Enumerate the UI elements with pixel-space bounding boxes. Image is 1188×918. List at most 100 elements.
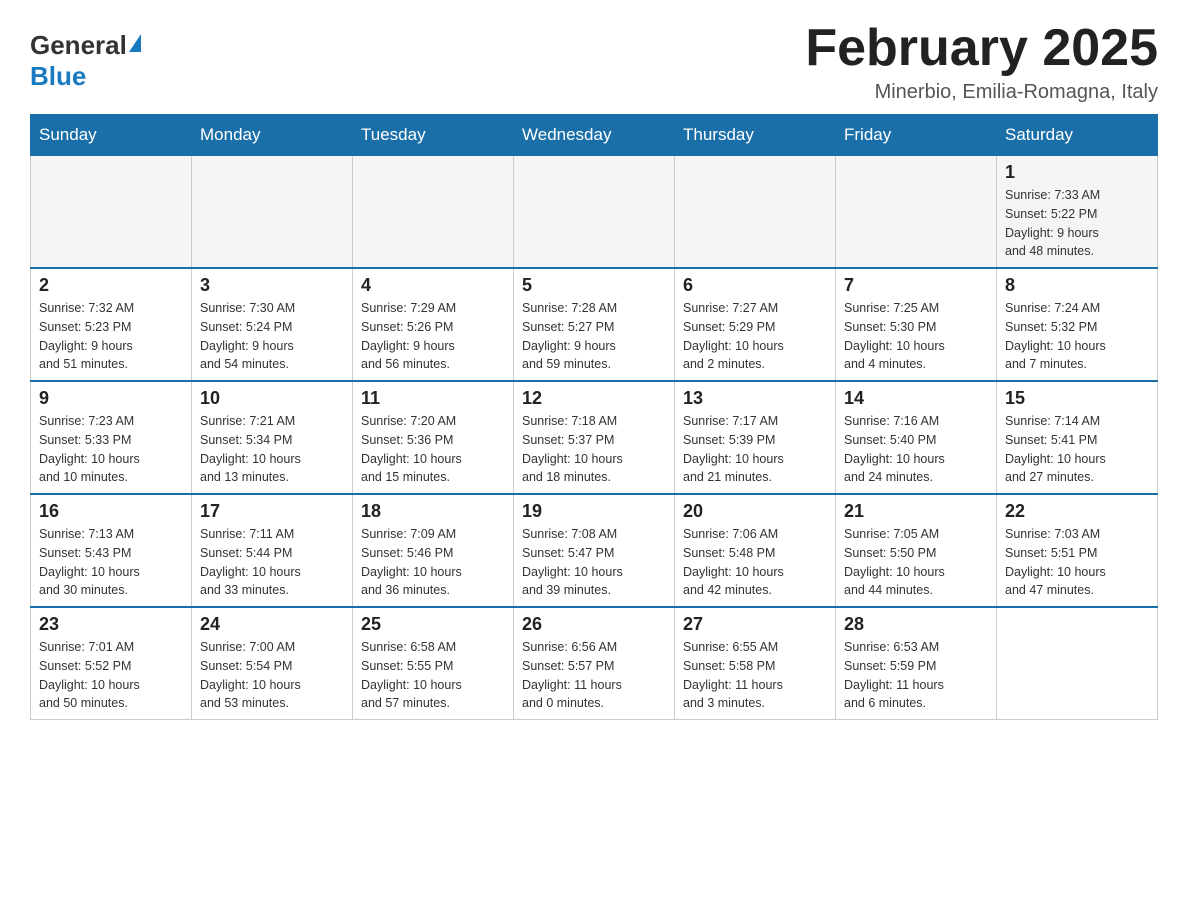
day-number: 24	[200, 614, 344, 635]
day-info: Sunrise: 7:27 AMSunset: 5:29 PMDaylight:…	[683, 299, 827, 374]
day-info: Sunrise: 7:25 AMSunset: 5:30 PMDaylight:…	[844, 299, 988, 374]
calendar-cell	[192, 156, 353, 269]
calendar-header-thursday: Thursday	[675, 115, 836, 156]
day-number: 5	[522, 275, 666, 296]
calendar-cell: 12 Sunrise: 7:18 AMSunset: 5:37 PMDayligh…	[514, 381, 675, 494]
logo-blue-text: Blue	[30, 61, 86, 92]
day-number: 25	[361, 614, 505, 635]
logo: General Blue	[30, 20, 141, 92]
day-number: 14	[844, 388, 988, 409]
calendar-cell: 7 Sunrise: 7:25 AMSunset: 5:30 PMDaylight…	[836, 268, 997, 381]
day-info: Sunrise: 7:18 AMSunset: 5:37 PMDaylight:…	[522, 412, 666, 487]
calendar-cell: 19 Sunrise: 7:08 AMSunset: 5:47 PMDayligh…	[514, 494, 675, 607]
calendar-cell: 25 Sunrise: 6:58 AMSunset: 5:55 PMDayligh…	[353, 607, 514, 720]
logo-general-text: General	[30, 30, 127, 61]
calendar-cell	[31, 156, 192, 269]
day-info: Sunrise: 7:21 AMSunset: 5:34 PMDaylight:…	[200, 412, 344, 487]
calendar-cell: 17 Sunrise: 7:11 AMSunset: 5:44 PMDayligh…	[192, 494, 353, 607]
day-number: 19	[522, 501, 666, 522]
day-info: Sunrise: 7:05 AMSunset: 5:50 PMDaylight:…	[844, 525, 988, 600]
day-number: 4	[361, 275, 505, 296]
calendar-cell: 9Sunrise: 7:23 AMSunset: 5:33 PMDaylight…	[31, 381, 192, 494]
day-info: Sunrise: 6:56 AMSunset: 5:57 PMDaylight:…	[522, 638, 666, 713]
day-number: 27	[683, 614, 827, 635]
day-number: 8	[1005, 275, 1149, 296]
calendar-cell: 2Sunrise: 7:32 AMSunset: 5:23 PMDaylight…	[31, 268, 192, 381]
day-number: 11	[361, 388, 505, 409]
page-header: General Blue February 2025 Minerbio, Emi…	[30, 20, 1158, 104]
calendar-cell: 21 Sunrise: 7:05 AMSunset: 5:50 PMDayligh…	[836, 494, 997, 607]
title-section: February 2025 Minerbio, Emilia-Romagna, …	[805, 20, 1158, 104]
calendar-cell	[353, 156, 514, 269]
day-info: Sunrise: 6:53 AMSunset: 5:59 PMDaylight:…	[844, 638, 988, 713]
calendar-week-5: 23Sunrise: 7:01 AMSunset: 5:52 PMDayligh…	[31, 607, 1158, 720]
day-info: Sunrise: 7:13 AMSunset: 5:43 PMDaylight:…	[39, 525, 183, 600]
calendar-cell	[675, 156, 836, 269]
day-number: 15	[1005, 388, 1149, 409]
calendar-cell: 5 Sunrise: 7:28 AMSunset: 5:27 PMDaylight…	[514, 268, 675, 381]
day-number: 17	[200, 501, 344, 522]
calendar-cell: 15 Sunrise: 7:14 AMSunset: 5:41 PMDayligh…	[997, 381, 1158, 494]
day-info: Sunrise: 7:29 AMSunset: 5:26 PMDaylight:…	[361, 299, 505, 374]
month-title: February 2025	[805, 20, 1158, 77]
day-info: Sunrise: 7:20 AMSunset: 5:36 PMDaylight:…	[361, 412, 505, 487]
day-info: Sunrise: 7:01 AMSunset: 5:52 PMDaylight:…	[39, 638, 183, 713]
calendar-cell: 14Sunrise: 7:16 AMSunset: 5:40 PMDayligh…	[836, 381, 997, 494]
calendar-header-row: SundayMondayTuesdayWednesdayThursdayFrid…	[31, 115, 1158, 156]
calendar-header-wednesday: Wednesday	[514, 115, 675, 156]
day-number: 13	[683, 388, 827, 409]
calendar-cell: 8 Sunrise: 7:24 AMSunset: 5:32 PMDaylight…	[997, 268, 1158, 381]
day-info: Sunrise: 7:03 AMSunset: 5:51 PMDaylight:…	[1005, 525, 1149, 600]
calendar-cell: 4 Sunrise: 7:29 AMSunset: 5:26 PMDaylight…	[353, 268, 514, 381]
day-number: 1	[1005, 162, 1149, 183]
day-info: Sunrise: 7:24 AMSunset: 5:32 PMDaylight:…	[1005, 299, 1149, 374]
calendar-cell: 16 Sunrise: 7:13 AMSunset: 5:43 PMDayligh…	[31, 494, 192, 607]
day-number: 26	[522, 614, 666, 635]
calendar-cell: 23Sunrise: 7:01 AMSunset: 5:52 PMDayligh…	[31, 607, 192, 720]
calendar-cell: 20 Sunrise: 7:06 AMSunset: 5:48 PMDayligh…	[675, 494, 836, 607]
day-info: Sunrise: 7:06 AMSunset: 5:48 PMDaylight:…	[683, 525, 827, 600]
day-info: Sunrise: 7:14 AMSunset: 5:41 PMDaylight:…	[1005, 412, 1149, 487]
day-info: Sunrise: 6:58 AMSunset: 5:55 PMDaylight:…	[361, 638, 505, 713]
day-number: 18	[361, 501, 505, 522]
calendar-cell: 13Sunrise: 7:17 AMSunset: 5:39 PMDayligh…	[675, 381, 836, 494]
day-number: 12	[522, 388, 666, 409]
day-number: 2	[39, 275, 183, 296]
calendar-cell	[836, 156, 997, 269]
calendar-cell	[514, 156, 675, 269]
calendar-week-1: 1 Sunrise: 7:33 AMSunset: 5:22 PMDaylight…	[31, 156, 1158, 269]
calendar-week-3: 9Sunrise: 7:23 AMSunset: 5:33 PMDaylight…	[31, 381, 1158, 494]
calendar-cell: 11 Sunrise: 7:20 AMSunset: 5:36 PMDayligh…	[353, 381, 514, 494]
calendar-cell: 18 Sunrise: 7:09 AMSunset: 5:46 PMDayligh…	[353, 494, 514, 607]
day-number: 16	[39, 501, 183, 522]
day-number: 10	[200, 388, 344, 409]
day-number: 9	[39, 388, 183, 409]
calendar-cell: 3Sunrise: 7:30 AMSunset: 5:24 PMDaylight…	[192, 268, 353, 381]
calendar-cell: 26 Sunrise: 6:56 AMSunset: 5:57 PMDayligh…	[514, 607, 675, 720]
logo-triangle-icon	[129, 34, 141, 52]
calendar-cell: 1 Sunrise: 7:33 AMSunset: 5:22 PMDaylight…	[997, 156, 1158, 269]
calendar-cell: 22Sunrise: 7:03 AMSunset: 5:51 PMDayligh…	[997, 494, 1158, 607]
day-info: Sunrise: 7:28 AMSunset: 5:27 PMDaylight:…	[522, 299, 666, 374]
calendar-week-4: 16 Sunrise: 7:13 AMSunset: 5:43 PMDayligh…	[31, 494, 1158, 607]
calendar-cell: 10 Sunrise: 7:21 AMSunset: 5:34 PMDayligh…	[192, 381, 353, 494]
day-info: Sunrise: 7:11 AMSunset: 5:44 PMDaylight:…	[200, 525, 344, 600]
calendar-header-saturday: Saturday	[997, 115, 1158, 156]
calendar-header-tuesday: Tuesday	[353, 115, 514, 156]
day-number: 7	[844, 275, 988, 296]
calendar-cell: 6Sunrise: 7:27 AMSunset: 5:29 PMDaylight…	[675, 268, 836, 381]
day-info: Sunrise: 7:33 AMSunset: 5:22 PMDaylight:…	[1005, 186, 1149, 261]
day-number: 28	[844, 614, 988, 635]
calendar-cell: 27 Sunrise: 6:55 AMSunset: 5:58 PMDayligh…	[675, 607, 836, 720]
day-number: 3	[200, 275, 344, 296]
calendar-week-2: 2Sunrise: 7:32 AMSunset: 5:23 PMDaylight…	[31, 268, 1158, 381]
calendar-header-friday: Friday	[836, 115, 997, 156]
day-info: Sunrise: 7:08 AMSunset: 5:47 PMDaylight:…	[522, 525, 666, 600]
day-info: Sunrise: 6:55 AMSunset: 5:58 PMDaylight:…	[683, 638, 827, 713]
calendar-cell: 24Sunrise: 7:00 AMSunset: 5:54 PMDayligh…	[192, 607, 353, 720]
day-info: Sunrise: 7:09 AMSunset: 5:46 PMDaylight:…	[361, 525, 505, 600]
calendar-header-sunday: Sunday	[31, 115, 192, 156]
day-number: 21	[844, 501, 988, 522]
day-number: 20	[683, 501, 827, 522]
calendar-table: SundayMondayTuesdayWednesdayThursdayFrid…	[30, 114, 1158, 720]
